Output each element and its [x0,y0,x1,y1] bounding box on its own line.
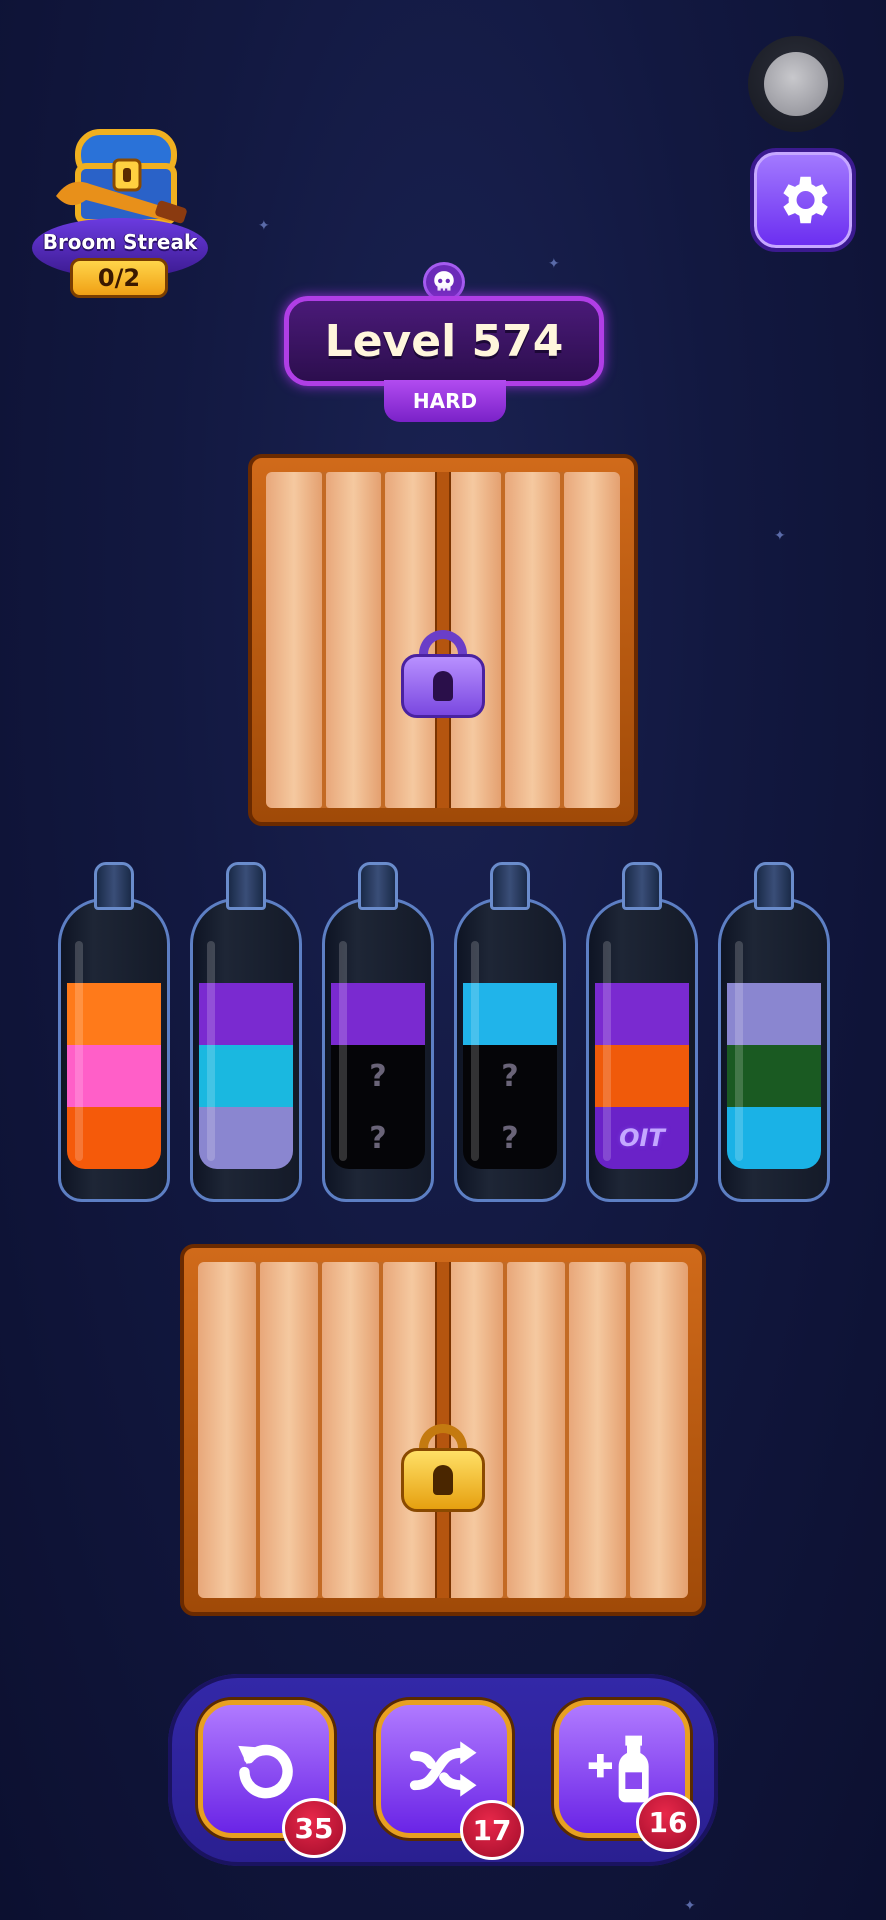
key-icon: OIT [619,1124,665,1152]
settings-button[interactable] [750,148,856,252]
bottle[interactable] [718,862,830,1202]
bottle-neck [754,862,794,910]
bottle[interactable]: OIT [586,862,698,1202]
level-title: Level 574 [324,315,564,367]
assist-touch-icon [764,52,828,116]
question-mark-icon: ? [501,1120,519,1156]
skull-glyph [434,271,454,291]
streak-label: Broom Streak [42,230,198,254]
bottle-neck [622,862,662,910]
assist-touch-button[interactable] [748,36,844,132]
gear-icon [783,176,828,224]
streak-count: 0/2 [70,258,168,298]
bottle-glass: ?? [322,898,434,1202]
locked-crate-bottom[interactable] [180,1244,706,1616]
bottle[interactable] [190,862,302,1202]
bottle-glass [58,898,170,1202]
bottle-shine [471,941,479,1161]
shuffle-icon [409,1741,477,1797]
locked-crate-top[interactable] [248,454,638,826]
star-decoration: ✦ [684,1898,696,1914]
bottle-shine [735,941,743,1161]
level-title-box: Level 574 [284,296,604,386]
question-mark-icon: ? [369,1058,387,1094]
add-bottle-count-badge: 16 [636,1792,700,1852]
shuffle-count-badge: 17 [460,1800,524,1860]
undo-icon [238,1744,293,1799]
broom-streak-widget[interactable]: Broom Streak 0/2 [12,118,208,308]
bottle-shine [75,941,83,1161]
bottle-neck [94,862,134,910]
bottle-glass [718,898,830,1202]
treasure-chest-icon [56,129,187,225]
gold-padlock-icon [401,1424,485,1512]
undo-count-badge: 35 [282,1798,346,1858]
bottle-shine [207,941,215,1161]
bottle-glass: ?? [454,898,566,1202]
purple-padlock-icon [401,630,485,718]
bottle-neck [490,862,530,910]
bottle[interactable]: ?? [322,862,434,1202]
bottle-neck [226,862,266,910]
bottle-shine [339,941,347,1161]
question-mark-icon: ? [501,1058,519,1094]
star-decoration: ✦ [774,528,786,544]
bottle-shine [603,941,611,1161]
bottle[interactable]: ?? [454,862,566,1202]
star-decoration: ✦ [548,256,560,272]
bottle[interactable] [58,862,170,1202]
difficulty-badge: HARD [384,380,506,422]
bottle-glass: OIT [586,898,698,1202]
question-mark-icon: ? [369,1120,387,1156]
bottle-neck [358,862,398,910]
bottle-glass [190,898,302,1202]
star-decoration: ✦ [258,218,270,234]
